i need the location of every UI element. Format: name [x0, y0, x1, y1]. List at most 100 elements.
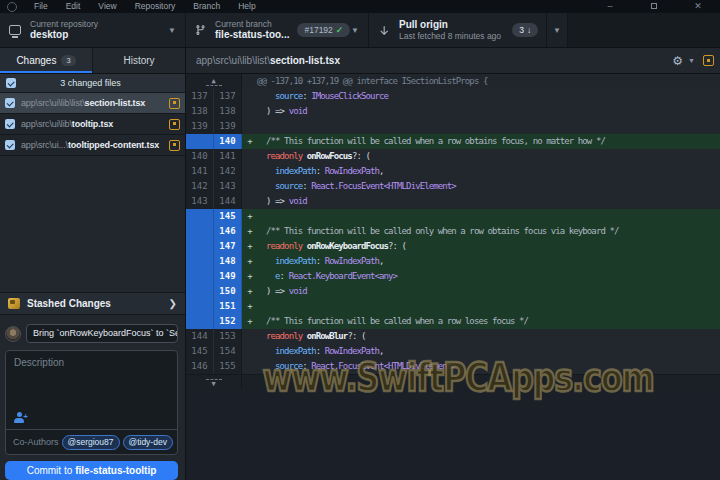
new-line-number[interactable]: 148 [214, 254, 242, 269]
old-line-number[interactable] [186, 314, 214, 329]
menu-branch[interactable]: Branch [184, 0, 229, 13]
diff-line[interactable]: 140+ /** This function will be called wh… [186, 134, 720, 149]
diff-line[interactable]: 145154 indexPath: RowIndexPath, [186, 344, 720, 359]
new-line-number[interactable]: 142 [214, 164, 242, 179]
code-line: + [242, 299, 720, 314]
diff-line[interactable]: 137137 source: IMouseClickSource [186, 89, 720, 104]
diff-line[interactable]: 149+ e: React.KeyboardEvent<any> [186, 269, 720, 284]
diff-expand-down[interactable]: ▼ [186, 374, 720, 390]
old-line-number[interactable]: 139 [186, 119, 214, 134]
file-row-section-list[interactable]: app\src\ui\lib\list\section-list.tsx [0, 93, 185, 114]
diff-line[interactable]: 144153 readonly onRowBlur?: ( [186, 329, 720, 344]
coauthor-pill[interactable]: @sergiou87 [62, 435, 120, 450]
diff-line[interactable]: 143144 ) => void [186, 194, 720, 209]
diff-line[interactable]: 138138 ) => void [186, 104, 720, 119]
new-line-number[interactable]: 150 [214, 284, 242, 299]
commit-form: Bring `onRowKeyboardFocus` to `Se Descri… [0, 315, 185, 480]
diff-line[interactable]: 148+ indexPath: RowIndexPath, [186, 254, 720, 269]
new-line-number[interactable]: 144 [214, 194, 242, 209]
diff-line[interactable]: 152+ /** This function will be called wh… [186, 314, 720, 329]
old-line-number[interactable]: 138 [186, 104, 214, 119]
file-checkbox[interactable] [5, 119, 15, 129]
repository-label: Current repository [30, 19, 98, 29]
new-line-number[interactable]: 154 [214, 344, 242, 359]
stashed-changes-bar[interactable]: Stashed Changes ❯ [0, 292, 185, 315]
diff-line[interactable]: 151+ [186, 299, 720, 314]
old-line-number[interactable] [186, 284, 214, 299]
new-line-number[interactable]: 151 [214, 299, 242, 314]
old-line-number[interactable]: 141 [186, 164, 214, 179]
new-line-number[interactable]: 155 [214, 359, 242, 374]
close-button[interactable]: ✕ [676, 0, 720, 13]
code-line: + e: React.KeyboardEvent<any> [242, 269, 720, 284]
coauthor-pill[interactable]: @tidy-dev [123, 435, 173, 450]
new-line-number[interactable]: 139 [214, 119, 242, 134]
menu-edit[interactable]: Edit [57, 0, 90, 13]
code-line: + [242, 209, 720, 224]
commit-button[interactable]: Commit to file-status-tooltip [5, 461, 178, 480]
code-line: source: React.FocusEvent<HTMLDivElement> [242, 359, 720, 374]
diff-line[interactable]: 146+ /** This function will be called on… [186, 224, 720, 239]
menu-help[interactable]: Help [229, 0, 264, 13]
add-coauthor-icon[interactable]: + [14, 412, 28, 424]
old-line-number[interactable]: 142 [186, 179, 214, 194]
old-line-number[interactable]: 143 [186, 194, 214, 209]
new-line-number[interactable]: 147 [214, 239, 242, 254]
menu-repository[interactable]: Repository [126, 0, 185, 13]
old-line-number[interactable]: 146 [186, 359, 214, 374]
old-line-number[interactable] [186, 269, 214, 284]
new-line-number[interactable]: 145 [214, 209, 242, 224]
gear-icon[interactable]: ⚙ [672, 54, 683, 68]
new-line-number[interactable]: 149 [214, 269, 242, 284]
pull-dropdown-button[interactable]: ▼ [547, 13, 568, 47]
repository-switcher[interactable]: Current repository desktop ▼ [0, 13, 186, 47]
old-line-number[interactable]: 145 [186, 344, 214, 359]
old-line-number[interactable]: 144 [186, 329, 214, 344]
diff-line[interactable]: 150+ ) => void [186, 284, 720, 299]
new-line-number[interactable]: 153 [214, 329, 242, 344]
diff-line[interactable]: 142143 source: React.FocusEvent<HTMLDivE… [186, 179, 720, 194]
file-row-tooltipped-content[interactable]: app\src\ui...\tooltipped-content.tsx [0, 135, 185, 156]
branch-switcher[interactable]: Current branch file-status-too... #17192… [186, 13, 369, 47]
new-line-number[interactable]: 141 [214, 149, 242, 164]
diff-line[interactable]: 146155 source: React.FocusEvent<HTMLDivE… [186, 359, 720, 374]
diff-hunk-header[interactable]: ▲@@ -137,10 +137,19 @@ interface ISectio… [186, 74, 720, 89]
new-line-number[interactable]: 152 [214, 314, 242, 329]
code-line: indexPath: RowIndexPath, [242, 164, 720, 179]
file-checkbox[interactable] [5, 140, 15, 150]
diff-line[interactable]: 145+ [186, 209, 720, 224]
new-line-number[interactable]: 137 [214, 89, 242, 104]
old-line-number[interactable] [186, 209, 214, 224]
new-line-number[interactable]: 140 [214, 134, 242, 149]
diff-line[interactable]: 139139 [186, 119, 720, 134]
diff-line[interactable]: 141142 indexPath: RowIndexPath, [186, 164, 720, 179]
old-line-number[interactable]: 137 [186, 89, 214, 104]
old-line-number[interactable] [186, 254, 214, 269]
tab-changes[interactable]: Changes 3 [0, 48, 92, 73]
new-line-number[interactable]: 146 [214, 224, 242, 239]
old-line-number[interactable] [186, 224, 214, 239]
minimize-button[interactable]: – [588, 0, 632, 13]
file-checkbox[interactable] [5, 98, 15, 108]
expand-down-button[interactable]: ▼ [186, 375, 242, 390]
new-line-number[interactable]: 143 [214, 179, 242, 194]
old-line-number[interactable]: 140 [186, 149, 214, 164]
menu-view[interactable]: View [89, 0, 125, 13]
tab-history[interactable]: History [92, 48, 185, 73]
pull-origin-button[interactable]: Pull origin Last fetched 8 minutes ago 3… [369, 13, 547, 47]
diff-line[interactable]: 140141 readonly onRowFocus?: ( [186, 149, 720, 164]
commit-summary-input[interactable]: Bring `onRowKeyboardFocus` to `Se [26, 324, 178, 343]
commit-description-input[interactable]: Description + [6, 351, 177, 429]
code-line [242, 119, 720, 134]
file-name: tooltipped-content.tsx [68, 140, 159, 150]
old-line-number[interactable] [186, 299, 214, 314]
select-all-checkbox[interactable] [6, 78, 16, 88]
file-row-tooltip[interactable]: app\src\ui\lib\tooltip.tsx [0, 114, 185, 135]
expand-up-button[interactable]: ▲ [186, 74, 242, 89]
new-line-number[interactable]: 138 [214, 104, 242, 119]
old-line-number[interactable] [186, 134, 214, 149]
old-line-number[interactable] [186, 239, 214, 254]
maximize-button[interactable] [632, 0, 676, 13]
diff-line[interactable]: 147+ readonly onRowKeyboardFocus?: ( [186, 239, 720, 254]
menu-file[interactable]: File [25, 0, 57, 13]
